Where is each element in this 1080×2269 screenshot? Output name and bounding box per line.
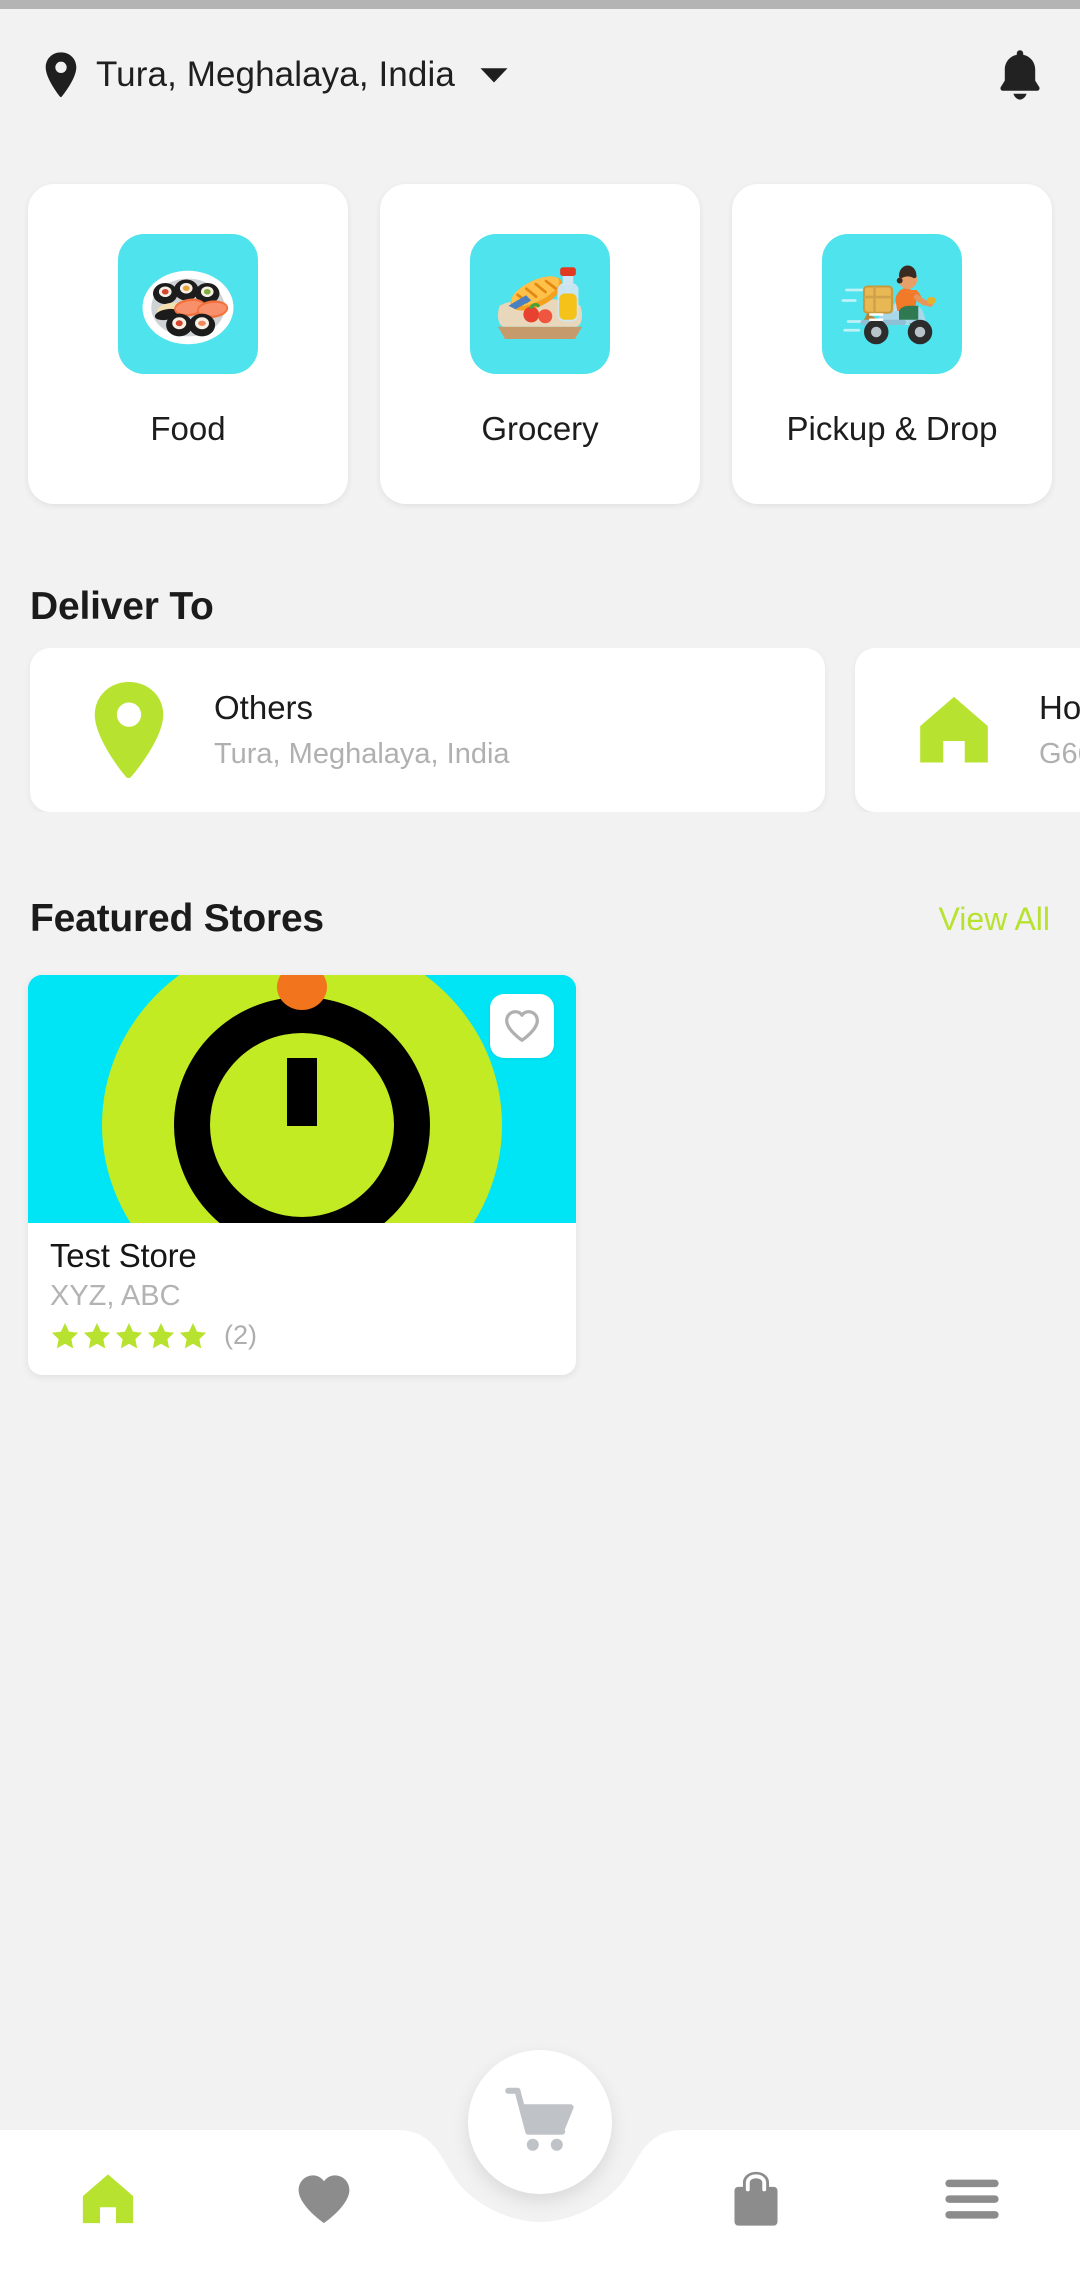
location-selector[interactable]: Tura, Meghalaya, India: [44, 51, 509, 98]
star-icon: [50, 1321, 80, 1351]
category-label: Pickup & Drop: [786, 410, 998, 447]
address-text: Hom G667: [1039, 689, 1080, 771]
cart-floating-button[interactable]: [468, 2050, 612, 2194]
category-label: Food: [150, 410, 226, 447]
section-title: Featured Stores: [30, 897, 324, 940]
category-card-pickup-drop[interactable]: Pickup & Drop: [732, 184, 1052, 504]
favorite-button[interactable]: [490, 994, 554, 1058]
star-icon: [82, 1321, 112, 1351]
store-list: Test Store XYZ, ABC (2): [0, 975, 1080, 1375]
section-title: Deliver To: [30, 585, 214, 628]
store-banner-image: [28, 975, 576, 1223]
category-card-grocery[interactable]: Grocery: [380, 184, 700, 504]
nav-item-menu[interactable]: [864, 2094, 1080, 2269]
nav-item-orders[interactable]: [648, 2094, 864, 2269]
view-all-link[interactable]: View All: [939, 901, 1050, 938]
nav-item-home[interactable]: [0, 2094, 216, 2269]
rating-count: (2): [224, 1320, 257, 1350]
grocery-bag-icon: [470, 234, 610, 374]
address-detail: G667: [1039, 738, 1080, 770]
scooter-delivery-icon: [822, 234, 962, 374]
star-rating: [50, 1321, 208, 1351]
shopping-cart-icon: [504, 2086, 576, 2158]
sushi-icon: [118, 234, 258, 374]
category-card-food[interactable]: Food: [28, 184, 348, 504]
star-icon: [114, 1321, 144, 1351]
deliver-to-heading: Deliver To: [0, 585, 1080, 629]
app-header: Tura, Meghalaya, India: [0, 9, 1080, 140]
home-icon: [77, 2170, 139, 2228]
heart-icon: [295, 2172, 353, 2226]
featured-stores-heading: Featured Stores View All: [0, 897, 1080, 941]
app-root: Tura, Meghalaya, India Food Grocery Pick…: [0, 0, 1080, 2269]
address-text: Others Tura, Meghalaya, India: [214, 689, 510, 771]
bell-icon[interactable]: [996, 49, 1044, 101]
heart-outline-icon: [504, 1008, 540, 1044]
address-label: Hom: [1039, 689, 1080, 726]
location-label: Tura, Meghalaya, India: [96, 54, 455, 94]
location-pin-icon: [44, 51, 78, 98]
nav-item-favorites[interactable]: [216, 2094, 432, 2269]
status-bar-strip: [0, 0, 1080, 9]
star-icon: [178, 1321, 208, 1351]
address-list: Others Tura, Meghalaya, India Hom G667: [0, 648, 1080, 812]
location-pin-icon: [90, 682, 168, 778]
store-card[interactable]: Test Store XYZ, ABC (2): [28, 975, 576, 1375]
address-card-home[interactable]: Hom G667: [855, 648, 1080, 812]
store-name: Test Store: [50, 1237, 197, 1274]
bottom-navigation: [0, 2050, 1080, 2269]
address-label: Others: [214, 689, 314, 726]
star-icon: [146, 1321, 176, 1351]
address-detail: Tura, Meghalaya, India: [214, 738, 510, 770]
shopping-bag-icon: [729, 2170, 783, 2228]
category-list: Food Grocery Pickup & Drop: [0, 184, 1080, 504]
store-info: Test Store XYZ, ABC (2): [28, 1223, 576, 1375]
category-label: Grocery: [481, 410, 599, 447]
menu-icon: [943, 2177, 1001, 2221]
address-card-others[interactable]: Others Tura, Meghalaya, India: [30, 648, 825, 812]
store-address: XYZ, ABC: [50, 1280, 181, 1312]
store-rating: (2): [50, 1320, 554, 1351]
chevron-down-icon[interactable]: [473, 65, 509, 85]
home-icon: [915, 682, 993, 778]
